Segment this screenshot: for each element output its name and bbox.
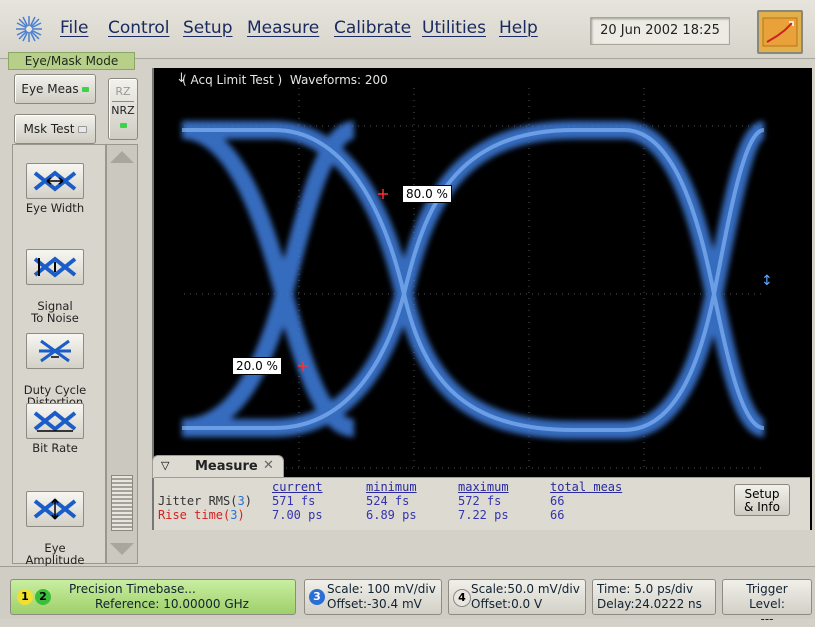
waveform-glyph-icon	[762, 17, 798, 47]
eye-amplitude-icon	[26, 491, 84, 527]
agilent-logo-icon	[16, 16, 42, 42]
header-maximum: maximum	[458, 480, 509, 494]
time-per-div: Time: 5.0 ps/div	[597, 582, 694, 596]
marker-20-percent: 20.0 %	[232, 357, 282, 375]
datetime-display: 20 Jun 2002 18:25	[590, 17, 730, 45]
header-total-meas: total meas	[550, 480, 623, 494]
rz-label: RZ	[115, 85, 131, 98]
signal-to-noise-tool[interactable]: Signal To Noise	[17, 237, 93, 324]
eye-width-tool[interactable]: Eye Width	[17, 163, 93, 214]
channel-2-icon[interactable]: 2	[35, 589, 51, 605]
channel-1-icon[interactable]: 1	[17, 589, 33, 605]
rz-nrz-toggle[interactable]: RZ NRZ	[108, 78, 138, 140]
msk-test-label: Msk Test	[23, 122, 75, 136]
menu-control[interactable]: Control	[108, 18, 169, 38]
scroll-thumb[interactable]	[111, 475, 133, 531]
jitter-current: 571 fs	[272, 494, 316, 508]
rise-time-label: Rise time(	[158, 508, 231, 522]
eye-amplitude-label: Eye Amplitude	[25, 541, 85, 567]
bit-rate-label: Bit Rate	[32, 441, 78, 455]
timebase-title: Precision Timebase...	[69, 582, 196, 596]
ch4-offset: Offset:0.0 V	[471, 597, 543, 611]
eye-width-icon	[26, 163, 84, 199]
timebase-box[interactable]: 1 2 Precision Timebase... Reference: 10.…	[10, 579, 296, 615]
nrz-label: NRZ	[111, 104, 135, 117]
ch3-offset: Offset:-30.4 mV	[327, 597, 422, 611]
close-icon[interactable]: ✕	[263, 458, 274, 473]
measurement-toolbar: Eye Width Signal To Noise Duty Cycle Dis…	[12, 144, 106, 566]
channel-4-box[interactable]: 4 Scale:50.0 mV/div Offset:0.0 V	[448, 579, 586, 615]
bit-rate-tool[interactable]: Bit Rate	[17, 403, 93, 454]
channel-3-ref: 3	[237, 494, 245, 508]
horizontal-box[interactable]: Time: 5.0 ps/div Delay:24.0222 ns	[592, 579, 716, 615]
header-minimum: minimum	[366, 480, 417, 494]
jitter-label-close: )	[244, 494, 252, 508]
bit-rate-icon	[26, 403, 84, 439]
trigger-value: ---	[760, 612, 774, 626]
menu-setup[interactable]: Setup	[183, 18, 232, 38]
measure-tab[interactable]: ▽ Measure ✕	[152, 455, 284, 478]
setup-info-button[interactable]: Setup & Info	[734, 484, 790, 516]
measure-panel: current minimum maximum total meas Jitte…	[154, 477, 810, 530]
menu-file[interactable]: File	[60, 18, 88, 38]
channel-3-icon: 3	[309, 589, 325, 605]
jitter-label: Jitter RMS(	[158, 494, 238, 508]
jitter-total: 66	[550, 494, 565, 508]
rise-time-label-close: )	[237, 508, 245, 522]
row-rise-time-name[interactable]: Rise time(3)	[158, 508, 245, 522]
scroll-up-icon[interactable]	[110, 151, 134, 163]
eye-meas-button[interactable]: Eye Meas	[14, 74, 96, 104]
channel-3-box[interactable]: 3 Scale: 100 mV/div Offset:-30.4 mV	[304, 579, 442, 615]
row-jitter-name[interactable]: Jitter RMS(3)	[158, 494, 252, 508]
mode-label: Eye/Mask Mode	[8, 52, 135, 70]
delay-value: Delay:24.0222 ns	[597, 597, 702, 611]
led-off-icon	[77, 126, 87, 133]
led-on-icon	[81, 87, 89, 92]
timebase-reference: Reference: 10.00000 GHz	[95, 597, 249, 611]
duty-cycle-distortion-tool[interactable]: Duty Cycle Distortion	[17, 321, 93, 408]
trigger-level-icon: ↕	[761, 273, 773, 289]
header-current: current	[272, 480, 323, 494]
rise-total: 66	[550, 508, 565, 522]
collapse-arrow-icon[interactable]: ▽	[161, 459, 169, 472]
ch3-scale: Scale: 100 mV/div	[327, 582, 436, 596]
msk-test-button[interactable]: Msk Test	[14, 114, 96, 144]
jitter-minimum: 524 fs	[366, 494, 410, 508]
menu-calibrate[interactable]: Calibrate	[334, 18, 411, 38]
scroll-down-icon[interactable]	[110, 543, 134, 555]
rise-maximum: 7.22 ps	[458, 508, 509, 522]
channel-4-icon: 4	[453, 589, 471, 607]
measure-tab-label: Measure	[195, 459, 258, 474]
led-on-icon	[119, 122, 127, 128]
eye-amplitude-tool[interactable]: Eye Amplitude	[17, 479, 93, 566]
signal-to-noise-icon	[26, 249, 84, 285]
menu-bar: File Control Setup Measure Calibrate Uti…	[0, 0, 815, 59]
menu-help[interactable]: Help	[499, 18, 538, 38]
menu-measure[interactable]: Measure	[247, 18, 319, 38]
trigger-box[interactable]: Trigger Level: ---	[722, 579, 812, 626]
rise-minimum: 6.89 ps	[366, 508, 417, 522]
jitter-maximum: 572 fs	[458, 494, 502, 508]
trigger-label: Trigger Level:	[746, 582, 788, 611]
eye-width-label: Eye Width	[25, 201, 85, 215]
toolbar-scrollbar[interactable]	[106, 144, 138, 564]
waveform-window-icon[interactable]	[757, 10, 803, 54]
status-bar: 1 2 Precision Timebase... Reference: 10.…	[0, 566, 815, 626]
ch4-scale: Scale:50.0 mV/div	[471, 582, 580, 596]
duty-cycle-distortion-icon	[26, 333, 84, 369]
eye-meas-label: Eye Meas	[21, 82, 79, 96]
marker-80-percent: 80.0 %	[402, 185, 452, 203]
rise-current: 7.00 ps	[272, 508, 323, 522]
menu-utilities[interactable]: Utilities	[422, 18, 486, 38]
